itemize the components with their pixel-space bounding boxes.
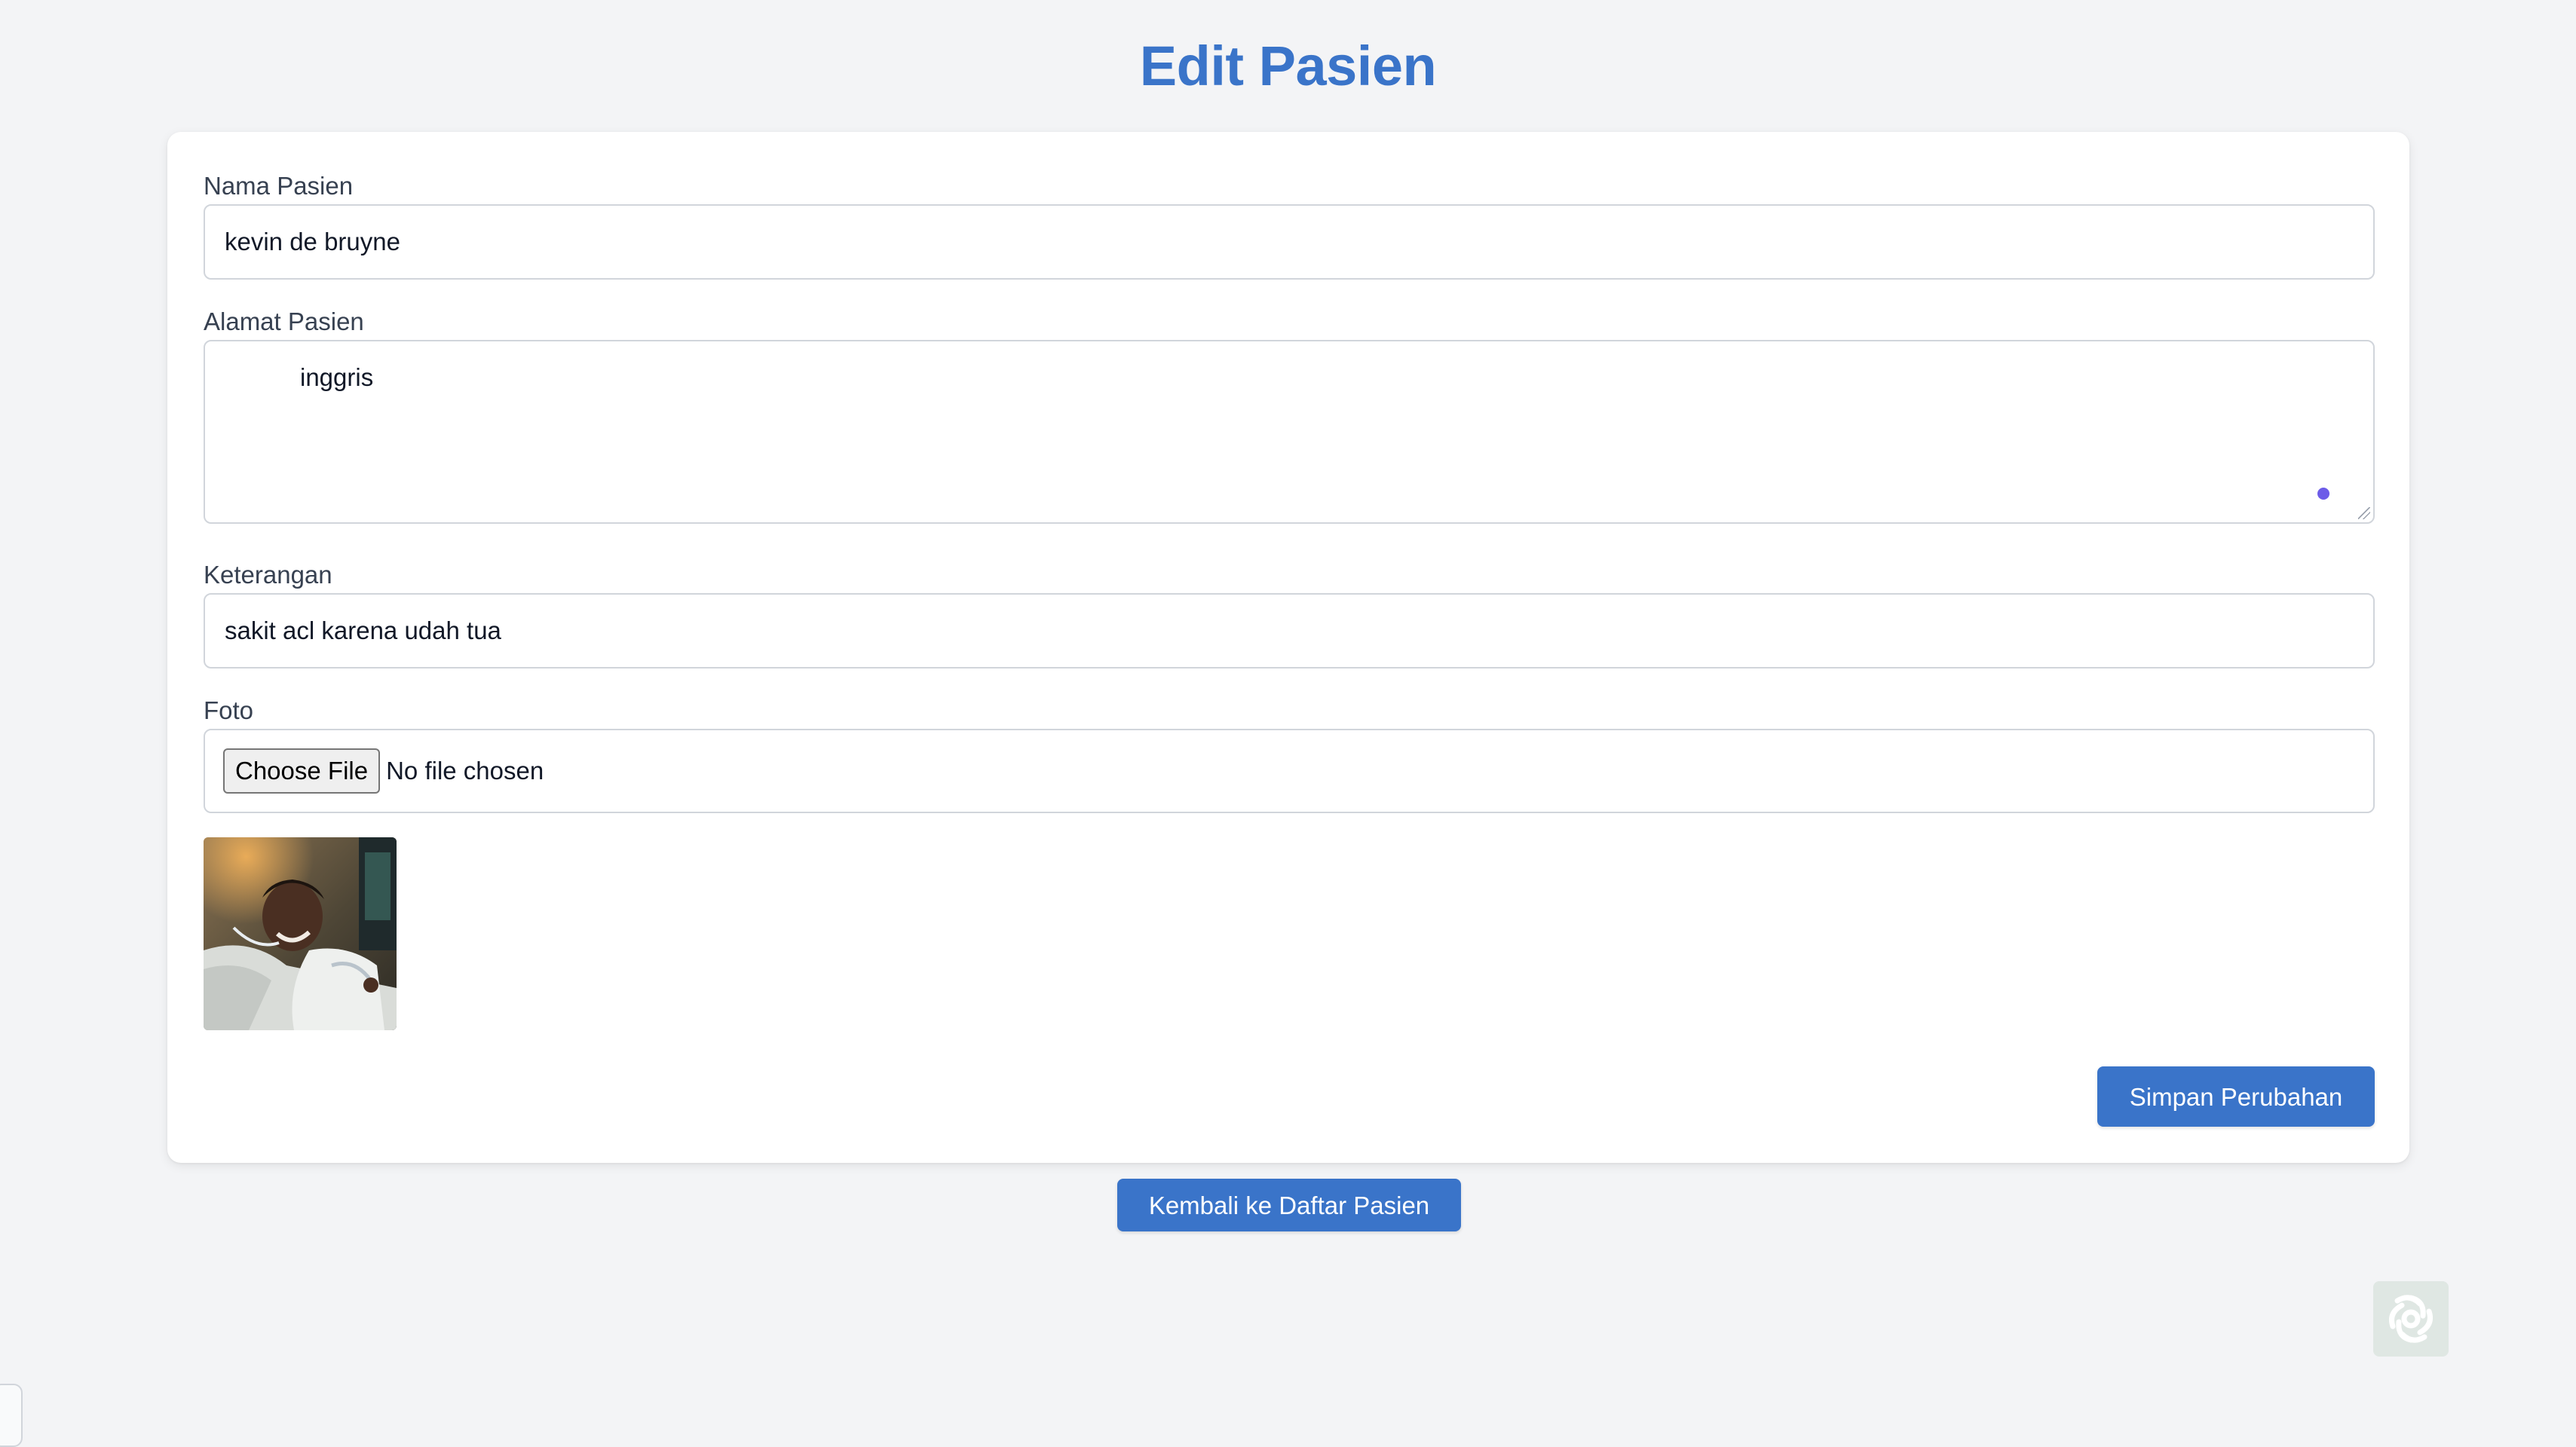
nama-pasien-value: kevin de bruyne (225, 228, 400, 255)
resize-handle-icon[interactable] (2358, 507, 2370, 519)
nama-pasien-input[interactable]: kevin de bruyne (204, 204, 2375, 280)
save-changes-button[interactable]: Simpan Perubahan (2097, 1066, 2375, 1127)
page-title: Edit Pasien (1139, 35, 1437, 97)
openai-knot-icon (2389, 1295, 2433, 1343)
patient-photo (204, 837, 397, 1030)
choose-file-button[interactable]: Choose File (223, 748, 381, 794)
alamat-pasien-textarea[interactable]: inggris (204, 340, 2375, 524)
cursor-indicator (2317, 488, 2329, 500)
keterangan-label: Keterangan (204, 561, 332, 589)
edit-form-card: Nama Pasien kevin de bruyne Alamat Pasie… (167, 132, 2409, 1163)
foto-label: Foto (204, 696, 254, 724)
back-to-patient-list-button[interactable]: Kembali ke Daftar Pasien (1117, 1179, 1461, 1231)
alamat-pasien-label: Alamat Pasien (204, 307, 364, 335)
foto-file-input[interactable]: Choose File No file chosen (204, 729, 2375, 813)
side-panel-handle[interactable] (0, 1384, 23, 1447)
keterangan-input[interactable]: sakit acl karena udah tua (204, 593, 2375, 668)
file-status-text: No file chosen (386, 757, 544, 785)
keterangan-value: sakit acl karena udah tua (225, 616, 501, 644)
alamat-pasien-value: inggris (300, 363, 374, 391)
patient-photo-image (204, 837, 397, 1030)
floating-widget-icon[interactable] (2373, 1281, 2449, 1357)
nama-pasien-label: Nama Pasien (204, 172, 354, 200)
